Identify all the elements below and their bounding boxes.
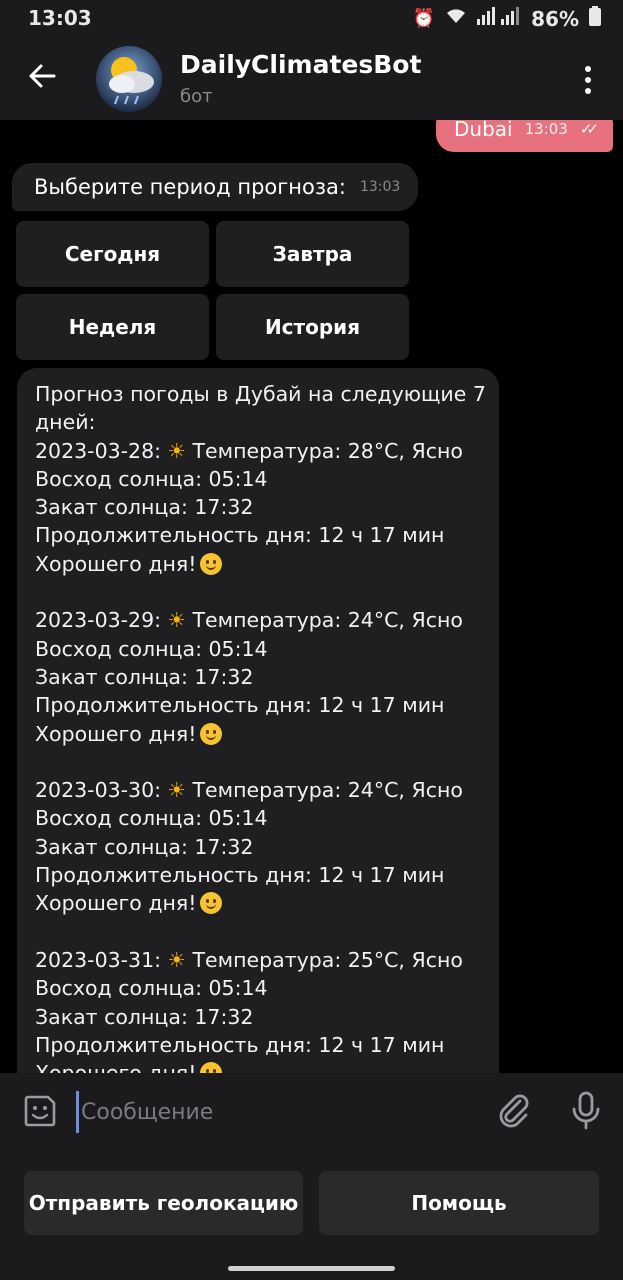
sun-icon: ☀ bbox=[167, 608, 186, 633]
forecast-sunrise: Восход солнца: 05:14 bbox=[35, 636, 268, 661]
incoming-message[interactable]: Выберите период прогноза: 13:03 bbox=[12, 163, 419, 211]
inline-button-history[interactable]: История bbox=[216, 294, 409, 360]
forecast-duration: Продолжительность дня: 12 ч 17 мин bbox=[35, 693, 445, 718]
forecast-date: 2023-03-28: bbox=[35, 438, 162, 463]
back-arrow-icon bbox=[29, 64, 56, 88]
forecast-date: 2023-03-30: bbox=[35, 778, 162, 803]
forecast-sunrise: Восход солнца: 05:14 bbox=[35, 976, 268, 1001]
smile-icon bbox=[200, 722, 223, 745]
message-composer bbox=[0, 1073, 623, 1151]
reply-keyboard: Отправить геолокацию Помощь bbox=[0, 1151, 623, 1256]
sticker-button[interactable] bbox=[22, 1093, 58, 1129]
inline-button-tomorrow[interactable]: Завтра bbox=[216, 221, 409, 287]
forecast-duration: Продолжительность дня: 12 ч 17 мин bbox=[35, 863, 445, 888]
chat-subtitle: бот bbox=[180, 86, 213, 107]
forecast-date: 2023-03-29: bbox=[35, 608, 162, 633]
sun-icon: ☀ bbox=[167, 438, 186, 463]
forecast-wish: Хорошего дня! bbox=[35, 721, 197, 746]
chat-header: DailyClimatesBot бот bbox=[0, 38, 623, 120]
outgoing-message-text: Dubai bbox=[454, 120, 513, 141]
forecast-sunrise: Восход солнца: 05:14 bbox=[35, 806, 268, 831]
forecast-intro-line1: Прогноз погоды в Дубай на следующие 7 bbox=[35, 382, 486, 406]
forecast-day: 2023-03-29: ☀ Температура: 24°C, Ясно Во… bbox=[35, 606, 481, 747]
status-bar: 13:03 ⏰ 86% bbox=[0, 0, 623, 38]
status-icons: ⏰ 86% bbox=[413, 6, 601, 31]
forecast-wish: Хорошего дня! bbox=[35, 1061, 196, 1073]
inline-button-today[interactable]: Сегодня bbox=[16, 221, 209, 287]
attach-button[interactable] bbox=[494, 1091, 534, 1131]
smile-icon bbox=[200, 552, 223, 575]
message-time: 13:03 bbox=[524, 120, 568, 138]
battery-icon bbox=[589, 6, 601, 31]
forecast-day: 2023-03-31: ☀ Температура: 25°C, Ясно Во… bbox=[35, 946, 481, 1073]
forecast-sunset: Закат солнца: 17:32 bbox=[35, 834, 254, 859]
status-time: 13:03 bbox=[28, 6, 92, 30]
signal-icon bbox=[477, 7, 521, 30]
forecast-message[interactable]: Прогноз погоды в Дубай на следующие 7 дн… bbox=[17, 368, 499, 1073]
read-checkmarks-icon: ✓✓ bbox=[579, 120, 599, 138]
sun-icon: ☀ bbox=[167, 778, 186, 803]
battery-percent: 86% bbox=[531, 6, 579, 31]
outgoing-message[interactable]: Dubai 13:03 ✓✓ bbox=[436, 120, 613, 152]
chat-title[interactable]: DailyClimatesBot bbox=[180, 50, 421, 79]
help-button[interactable]: Помощь bbox=[319, 1171, 599, 1235]
forecast-sunset: Закат солнца: 17:32 bbox=[35, 1004, 254, 1029]
send-location-button[interactable]: Отправить геолокацию bbox=[24, 1171, 303, 1235]
microphone-icon bbox=[572, 1091, 600, 1130]
more-vertical-icon bbox=[585, 66, 591, 72]
forecast-wish: Хорошего дня! bbox=[35, 891, 197, 916]
smile-icon bbox=[200, 892, 223, 915]
forecast-day: 2023-03-28: ☀ Температура: 28°C, Ясно Во… bbox=[35, 437, 481, 578]
voice-message-button[interactable] bbox=[568, 1091, 604, 1131]
sun-icon: ☀ bbox=[167, 947, 186, 972]
alarm-icon: ⏰ bbox=[412, 8, 436, 29]
forecast-wish: Хорошего дня! bbox=[35, 551, 197, 576]
system-nav-bar bbox=[0, 1256, 623, 1280]
forecast-date: 2023-03-31: bbox=[35, 947, 162, 972]
paperclip-icon bbox=[499, 1094, 529, 1128]
bot-avatar[interactable] bbox=[96, 46, 162, 112]
message-input[interactable] bbox=[76, 1091, 481, 1133]
home-handle[interactable] bbox=[228, 1266, 395, 1271]
forecast-temperature: Температура: 28°C, Ясно bbox=[192, 438, 463, 463]
forecast-duration: Продолжительность дня: 12 ч 17 мин bbox=[35, 1032, 445, 1057]
wifi-icon bbox=[445, 7, 467, 30]
inline-button-week[interactable]: Неделя bbox=[16, 294, 209, 360]
forecast-sunset: Закат солнца: 17:32 bbox=[35, 664, 254, 689]
smile-icon bbox=[200, 1062, 223, 1073]
sticker-icon bbox=[24, 1095, 56, 1127]
message-time: 13:03 bbox=[359, 179, 401, 195]
message-list[interactable]: Dubai 13:03 ✓✓ Выберите период прогноза:… bbox=[0, 120, 623, 1073]
forecast-sunset: Закат солнца: 17:32 bbox=[35, 495, 254, 520]
forecast-sunrise: Восход солнца: 05:14 bbox=[35, 466, 268, 491]
forecast-duration: Продолжительность дня: 12 ч 17 мин bbox=[35, 523, 445, 548]
forecast-temperature: Температура: 24°C, Ясно bbox=[192, 608, 463, 633]
forecast-temperature: Температура: 25°C, Ясно bbox=[192, 947, 463, 972]
forecast-day: 2023-03-30: ☀ Температура: 24°C, Ясно Во… bbox=[35, 776, 481, 917]
back-button[interactable] bbox=[22, 56, 62, 96]
forecast-intro-line2: дней: bbox=[35, 410, 96, 435]
incoming-message-text: Выберите период прогноза: bbox=[34, 175, 346, 199]
forecast-temperature: Температура: 24°C, Ясно bbox=[192, 778, 463, 803]
more-options-button[interactable] bbox=[573, 60, 603, 100]
